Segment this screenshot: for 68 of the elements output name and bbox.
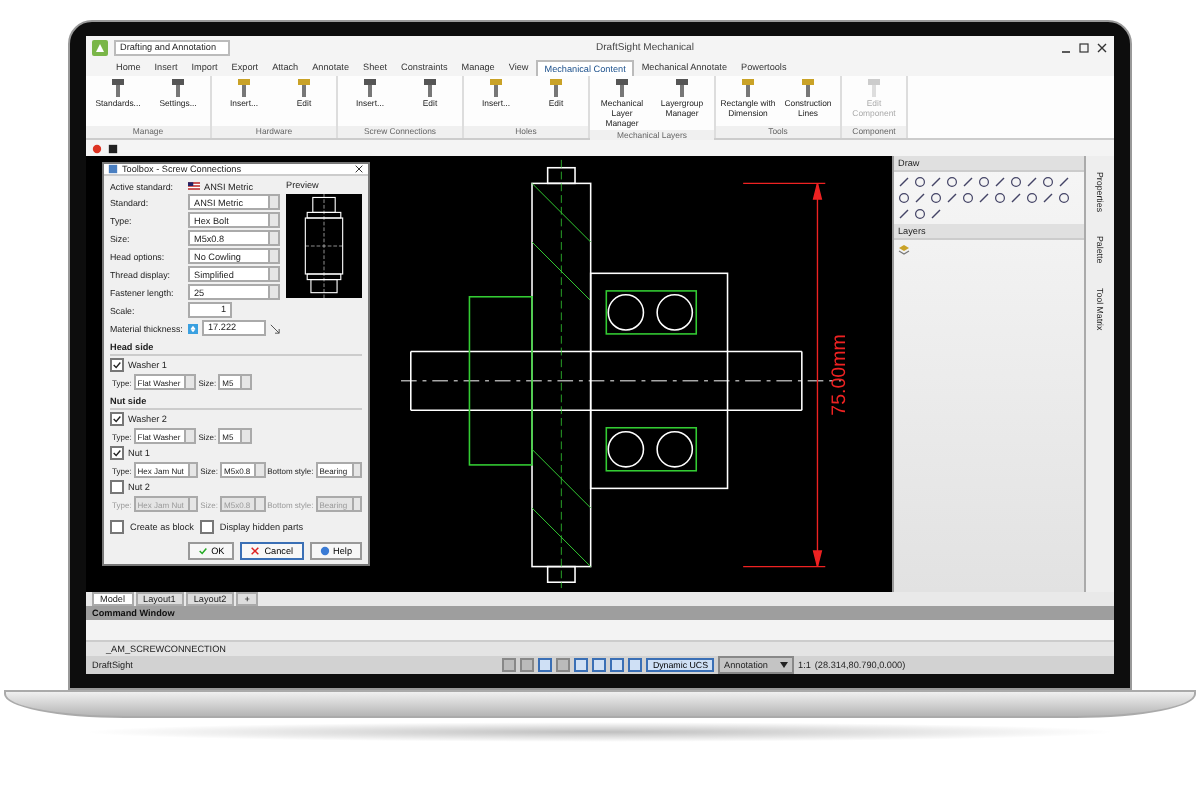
line-icon[interactable]: [962, 176, 974, 188]
dot-icon[interactable]: [92, 143, 102, 153]
line-icon[interactable]: [978, 192, 990, 204]
check-icon: [197, 546, 208, 556]
checkbox[interactable]: [199, 520, 214, 534]
bolt-icon: [420, 78, 440, 98]
close-icon[interactable]: [1096, 41, 1108, 53]
circle-icon[interactable]: [930, 192, 942, 204]
square-icon[interactable]: [108, 143, 118, 153]
bolt-icon: [672, 78, 692, 98]
checkbox[interactable]: [110, 446, 124, 460]
line-icon[interactable]: [930, 176, 942, 188]
checkbox[interactable]: [110, 480, 124, 494]
bolt-icon: [612, 78, 632, 98]
spin-icon[interactable]: [188, 323, 198, 333]
line-icon[interactable]: [1058, 176, 1070, 188]
status-toggle-button[interactable]: [538, 658, 553, 672]
close-icon[interactable]: [354, 164, 364, 174]
circle-icon[interactable]: [1042, 176, 1054, 188]
circle-icon[interactable]: [1010, 176, 1022, 188]
line-icon[interactable]: [898, 208, 910, 220]
status-toggle-button[interactable]: [628, 658, 643, 672]
circle-icon[interactable]: [1058, 192, 1070, 204]
bolt-icon: [108, 78, 128, 98]
bolt-icon: [360, 78, 380, 98]
status-toggle-button[interactable]: [556, 658, 571, 672]
bolt-icon: [168, 78, 188, 98]
status-toggle-button[interactable]: [520, 658, 535, 672]
circle-icon[interactable]: [978, 176, 990, 188]
maximize-icon[interactable]: [1078, 41, 1090, 53]
caret-icon: [780, 662, 789, 668]
bolt-icon: [294, 78, 314, 98]
circle-icon[interactable]: [914, 176, 926, 188]
status-toggle-button[interactable]: [502, 658, 517, 672]
bolt-icon: [798, 78, 818, 98]
line-icon[interactable]: [914, 192, 926, 204]
line-icon[interactable]: [994, 176, 1006, 188]
cross-icon: [250, 546, 261, 556]
bolt-icon: [486, 78, 506, 98]
circle-icon[interactable]: [946, 176, 958, 188]
circle-icon[interactable]: [914, 208, 926, 220]
pick-icon[interactable]: [270, 323, 280, 333]
line-icon[interactable]: [1010, 192, 1022, 204]
flag-icon: [188, 182, 200, 190]
line-icon[interactable]: [1042, 192, 1054, 204]
circle-icon[interactable]: [962, 192, 974, 204]
window-icon: [108, 164, 118, 174]
checkbox[interactable]: [110, 412, 124, 426]
checkbox[interactable]: [110, 358, 124, 372]
circle-icon[interactable]: [898, 192, 910, 204]
circle-icon[interactable]: [1026, 192, 1038, 204]
command-input[interactable]: [86, 620, 1114, 642]
bolt-icon: [234, 78, 254, 98]
status-toggle-button[interactable]: [592, 658, 607, 672]
line-icon[interactable]: [930, 208, 942, 220]
circle-icon[interactable]: [994, 192, 1006, 204]
bolt-icon: [738, 78, 758, 98]
help-icon: [319, 546, 330, 556]
line-icon[interactable]: [946, 192, 958, 204]
line-icon[interactable]: [1026, 176, 1038, 188]
bolt-preview-drawing: [304, 193, 344, 299]
checkbox[interactable]: [110, 520, 124, 534]
status-toggle-button[interactable]: [574, 658, 589, 672]
dimension-text: 75.00mm: [828, 334, 851, 416]
line-icon[interactable]: [898, 176, 910, 188]
bolt-icon: [546, 78, 566, 98]
layers-icon[interactable]: [898, 244, 910, 256]
status-toggle-button[interactable]: [610, 658, 625, 672]
